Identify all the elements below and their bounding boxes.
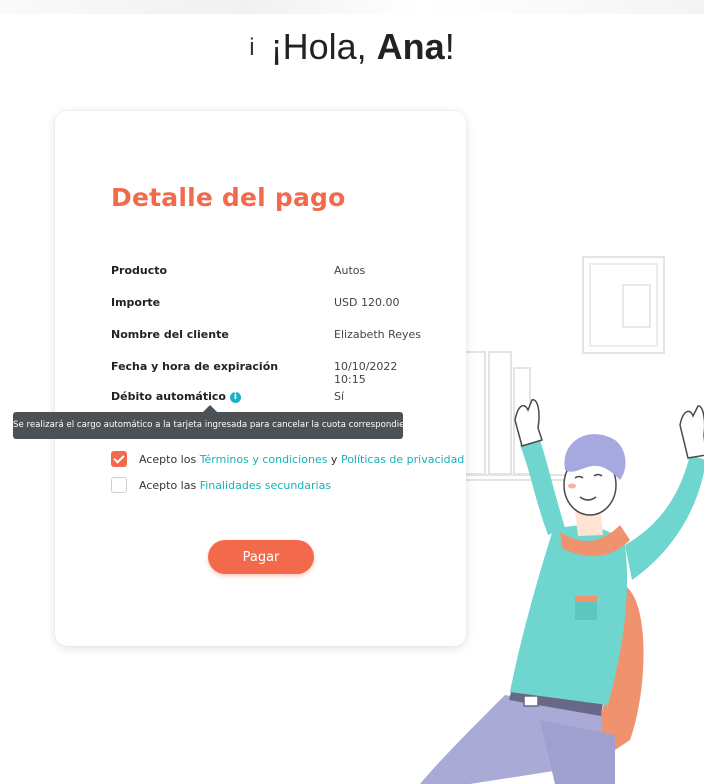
user-name: Ana xyxy=(376,26,445,67)
detail-label: Fecha y hora de expiración xyxy=(111,360,279,373)
detail-label: Débito automático i xyxy=(111,390,241,403)
detail-row-expiration: Fecha y hora de expiración 10/10/2022 10… xyxy=(111,360,431,386)
detail-row-product: Producto Autos xyxy=(111,264,431,284)
detail-value: Elizabeth Reyes xyxy=(334,328,422,341)
detail-value: Sí xyxy=(334,390,345,403)
wall-frame xyxy=(582,256,665,354)
terms-link[interactable]: Términos y condiciones xyxy=(200,453,328,466)
auto-debit-label: Débito automático xyxy=(111,390,226,403)
info-icon[interactable]: i xyxy=(229,392,241,403)
pay-button[interactable]: Pagar xyxy=(208,540,314,574)
detail-value: Autos xyxy=(334,264,366,277)
terms-text: Acepto los Términos y condiciones y Polí… xyxy=(139,453,464,466)
secondary-checkbox[interactable] xyxy=(111,477,127,493)
greeting-heading: i ¡Hola, Ana! xyxy=(0,26,704,68)
detail-row-customer: Nombre del cliente Elizabeth Reyes xyxy=(111,328,431,348)
secondary-link[interactable]: Finalidades secundarias xyxy=(200,479,331,492)
detail-row-amount: Importe USD 120.00 xyxy=(111,296,431,316)
terms-prefix: Acepto los xyxy=(139,453,200,466)
tooltip-arrow xyxy=(203,405,217,412)
detail-label: Nombre del cliente xyxy=(111,328,229,341)
terms-middle: y xyxy=(327,453,341,466)
info-mark: i xyxy=(249,34,255,61)
terms-checkbox[interactable] xyxy=(111,451,127,467)
greeting-prefix: ¡Hola, xyxy=(270,26,377,67)
detail-label: Producto xyxy=(111,264,168,277)
greeting-suffix: ! xyxy=(444,26,455,67)
detail-value: USD 120.00 xyxy=(334,296,400,309)
secondary-prefix: Acepto las xyxy=(139,479,200,492)
detail-row-auto-debit: Débito automático i Sí xyxy=(111,390,431,410)
secondary-text: Acepto las Finalidades secundarias xyxy=(139,479,331,492)
privacy-link[interactable]: Políticas de privacidad xyxy=(341,453,464,466)
detail-value: 10/10/2022 10:15 xyxy=(334,360,398,386)
auto-debit-tooltip: Se realizará el cargo automático a la ta… xyxy=(13,412,403,439)
card-title: Detalle del pago xyxy=(111,183,346,212)
detail-label: Importe xyxy=(111,296,161,309)
